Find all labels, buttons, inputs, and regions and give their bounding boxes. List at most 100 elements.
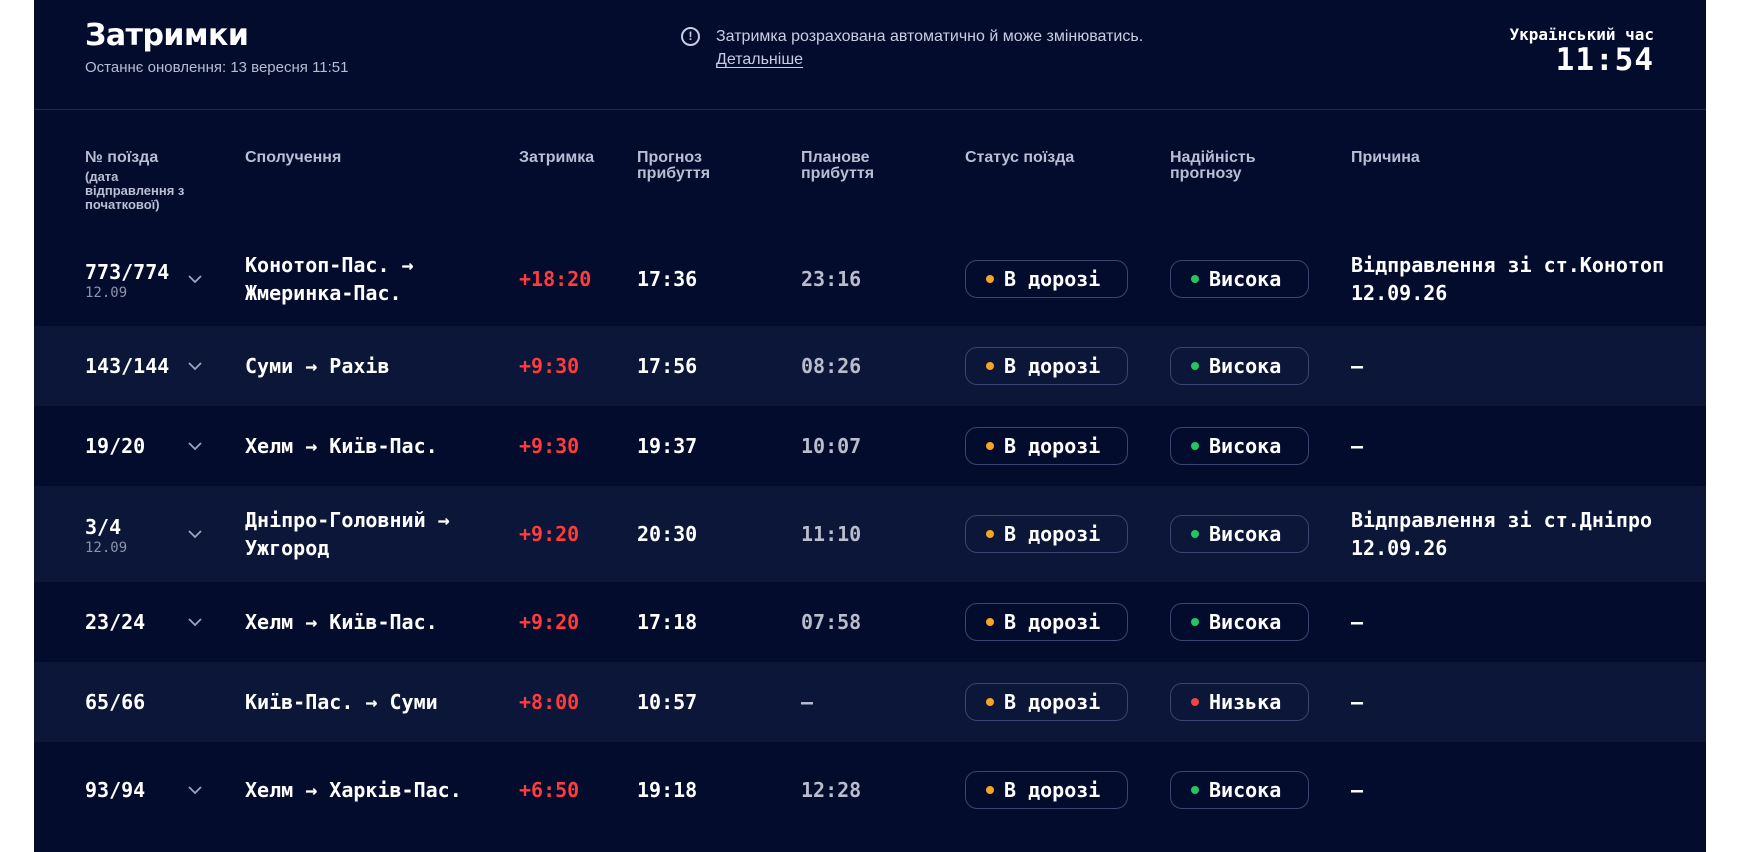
reliability-dot-icon: [1191, 442, 1199, 450]
route: Суми → Рахів: [245, 352, 475, 380]
reliability-dot-icon: [1191, 275, 1199, 283]
planned-arrival: —: [801, 690, 814, 714]
status-label: В дорозі: [1004, 522, 1101, 546]
status-dot-icon: [986, 618, 994, 626]
reason: —: [1351, 690, 1364, 714]
status-badge: В дорозі: [965, 515, 1128, 553]
reason: —: [1351, 434, 1364, 458]
status-dot-icon: [986, 442, 994, 450]
table-row[interactable]: 23/24 Хелм → Київ-Пас. +9:20 17:18 07:58 В до…: [34, 582, 1706, 662]
train-number: 23/24: [85, 608, 145, 636]
route-from: Дніпро-Головний: [245, 508, 426, 532]
planned-arrival: 23:16: [801, 267, 862, 291]
table-row[interactable]: 93/94 Хелм → Харків-Пас. +6:50 19:18 12:28 В …: [34, 742, 1706, 838]
reliability-dot-icon: [1191, 362, 1199, 370]
chevron-down-icon[interactable]: [186, 781, 204, 799]
reliability-label: Висока: [1209, 522, 1282, 546]
table-row[interactable]: 65/66 Київ-Пас. → Суми +8:00 10:57 — В дорозі…: [34, 662, 1706, 742]
reliability-badge: Висока: [1170, 427, 1309, 465]
route-to: Жмеринка-Пас.: [245, 281, 402, 305]
train-number-label: 23/24: [85, 610, 146, 634]
delay-value: +18:20: [519, 267, 592, 291]
table-row[interactable]: 19/20 Хелм → Київ-Пас. +9:30 19:37 10:07 В до…: [34, 406, 1706, 486]
chevron-down-icon[interactable]: [186, 525, 204, 543]
forecast-arrival: 10:57: [637, 690, 698, 714]
reliability-badge: Низька: [1170, 683, 1309, 721]
route-to: Київ-Пас.: [329, 434, 438, 458]
status-badge: В дорозі: [965, 683, 1128, 721]
arrow-right-icon: →: [293, 434, 330, 458]
delay-value: +9:30: [519, 354, 580, 378]
route: Хелм → Київ-Пас.: [245, 432, 475, 460]
delay-value: +9:30: [519, 434, 580, 458]
reliability-badge: Висока: [1170, 260, 1309, 298]
chevron-down-icon[interactable]: [186, 613, 204, 631]
status-label: В дорозі: [1004, 690, 1101, 714]
col-train-no-sub: (дата відправлення з початкової): [85, 169, 185, 212]
reliability-label: Низька: [1209, 690, 1282, 714]
col-reliability: Надійність прогнозу: [1170, 149, 1256, 182]
status-label: В дорозі: [1004, 267, 1101, 291]
status-label: В дорозі: [1004, 434, 1101, 458]
route-to: Суми: [389, 690, 438, 714]
col-delay: Затримка: [519, 149, 595, 166]
arrow-right-icon: →: [353, 690, 390, 714]
reason: —: [1351, 778, 1364, 802]
train-number-label: 3/4: [85, 515, 122, 539]
chevron-down-icon[interactable]: [186, 270, 204, 288]
planned-arrival: 12:28: [801, 778, 862, 802]
delay-value: +9:20: [519, 610, 580, 634]
forecast-arrival: 20:30: [637, 522, 698, 546]
last-updated: Останнє оновлення: 13 вересня 11:51: [85, 59, 349, 76]
table-row[interactable]: 3/4 12.09 Дніпро-Головний → Ужгород +9:20 20…: [34, 486, 1706, 582]
arrow-right-icon: →: [425, 508, 450, 532]
delay-value: +9:20: [519, 522, 580, 546]
route: Хелм → Харків-Пас.: [245, 776, 475, 804]
status-badge: В дорозі: [965, 603, 1128, 641]
status-label: В дорозі: [1004, 354, 1101, 378]
route-from: Суми: [245, 354, 294, 378]
chevron-down-icon[interactable]: [186, 437, 204, 455]
status-badge: В дорозі: [965, 771, 1128, 809]
train-number-label: 19/20: [85, 434, 146, 458]
reliability-label: Висока: [1209, 610, 1282, 634]
train-number: 19/20: [85, 432, 145, 460]
status-dot-icon: [986, 530, 994, 538]
train-number-label: 93/94: [85, 778, 146, 802]
reliability-dot-icon: [1191, 698, 1199, 706]
details-link[interactable]: Детальніше: [716, 51, 803, 69]
route: Конотоп-Пас. → Жмеринка-Пас.: [245, 251, 475, 307]
table-row[interactable]: 773/774 12.09 Конотоп-Пас. → Жмеринка-Пас.…: [34, 232, 1706, 326]
reason: —: [1351, 610, 1364, 634]
route-to: Ужгород: [245, 536, 330, 560]
planned-arrival: 10:07: [801, 434, 862, 458]
train-number: 65/66: [85, 688, 145, 716]
reason: —: [1351, 354, 1364, 378]
status-dot-icon: [986, 786, 994, 794]
table-row[interactable]: 143/144 Суми → Рахів +9:30 17:56 08:26 В доро…: [34, 326, 1706, 406]
route: Хелм → Київ-Пас.: [245, 608, 475, 636]
col-status: Статус поїзда: [965, 149, 1075, 166]
forecast-arrival: 19:18: [637, 778, 698, 802]
planned-arrival: 11:10: [801, 522, 862, 546]
panel-header: Затримки Останнє оновлення: 13 вересня 1…: [34, 0, 1706, 110]
status-badge: В дорозі: [965, 427, 1128, 465]
arrow-right-icon: →: [293, 778, 330, 802]
reliability-badge: Висока: [1170, 515, 1309, 553]
route-from: Хелм: [245, 778, 294, 802]
col-train-no: № поїзда: [85, 149, 159, 166]
info-circle-icon: !: [681, 27, 700, 46]
route: Київ-Пас. → Суми: [245, 688, 475, 716]
reliability-label: Висока: [1209, 434, 1282, 458]
route-from: Хелм: [245, 434, 294, 458]
forecast-arrival: 17:18: [637, 610, 698, 634]
status-badge: В дорозі: [965, 260, 1128, 298]
reason: Відправлення зі ст.Конотоп 12.09.26: [1351, 253, 1665, 305]
reliability-badge: Висока: [1170, 771, 1309, 809]
arrow-right-icon: →: [293, 610, 330, 634]
reliability-dot-icon: [1191, 786, 1199, 794]
delay-value: +6:50: [519, 778, 580, 802]
route-to: Київ-Пас.: [329, 610, 438, 634]
chevron-down-icon[interactable]: [186, 357, 204, 375]
status-dot-icon: [986, 698, 994, 706]
